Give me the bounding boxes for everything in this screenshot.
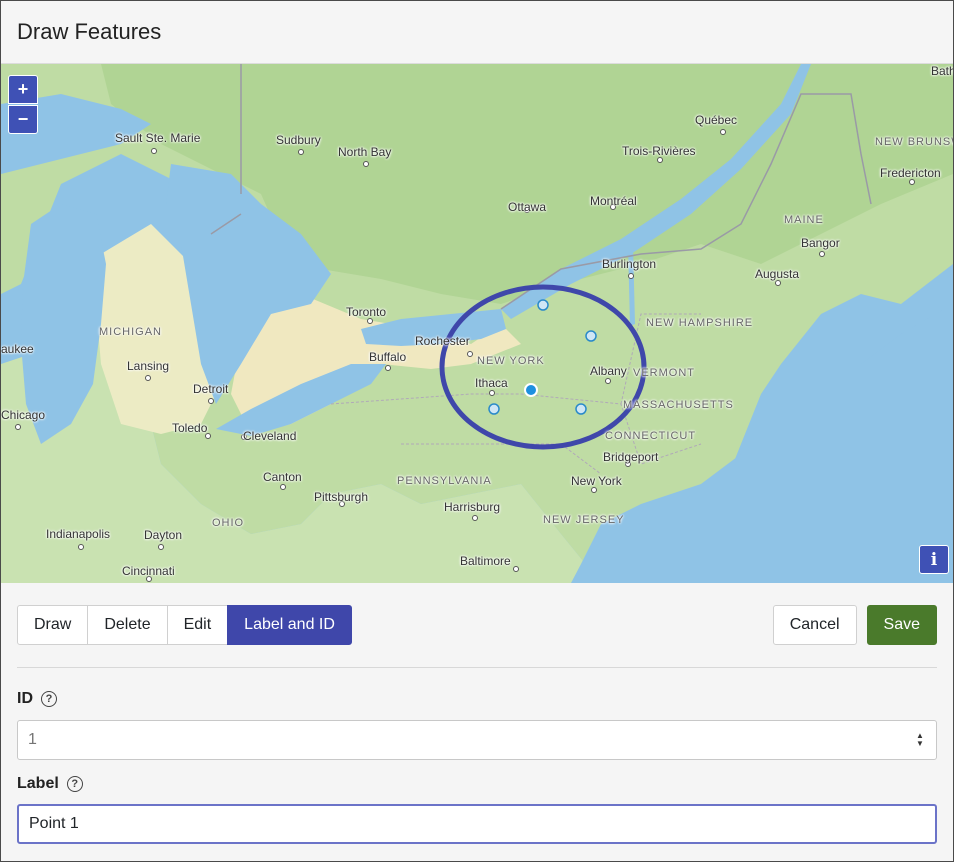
region-label: NEW JERSEY [543, 514, 625, 526]
edit-mode-button[interactable]: Edit [166, 605, 229, 645]
city-marker [628, 273, 634, 279]
region-label: NEW BRUNSW [875, 136, 953, 148]
dialog-header: Draw Features [1, 1, 953, 64]
city-label: Buffalo [369, 350, 407, 364]
city-label: Montréal [590, 194, 637, 208]
city-label: Trois-Rivières [622, 144, 696, 158]
delete-mode-button[interactable]: Delete [87, 605, 168, 645]
city-marker [489, 390, 495, 396]
label-text-input[interactable] [17, 804, 937, 844]
city-label: aukee [1, 342, 34, 356]
id-number-input[interactable] [17, 720, 937, 760]
city-marker [145, 375, 151, 381]
city-marker [151, 148, 157, 154]
city-label: Augusta [755, 267, 800, 281]
city-marker [78, 544, 84, 550]
city-marker [208, 398, 214, 404]
city-label: Canton [263, 470, 302, 484]
draw-toolbar: Draw Delete Edit Label and ID Cancel Sav… [17, 605, 937, 645]
zoom-in-button[interactable]: + [8, 75, 38, 104]
region-label: NEW HAMPSHIRE [646, 317, 754, 329]
save-button[interactable]: Save [866, 605, 937, 645]
city-marker [605, 378, 611, 384]
city-label: Bridgeport [603, 450, 659, 464]
city-marker [467, 351, 473, 357]
city-marker [15, 424, 21, 430]
city-marker [472, 515, 478, 521]
city-label: Burlington [602, 257, 657, 271]
dialog-title: Draw Features [17, 19, 162, 44]
map-view[interactable]: MICHIGAN NEW YORK VERMONT NEW HAMPSHIRE … [1, 64, 953, 583]
city-label: Chicago [1, 408, 46, 422]
zoom-out-button[interactable]: − [8, 105, 38, 134]
region-label: NEW YORK [477, 355, 545, 367]
help-icon[interactable]: ? [41, 691, 57, 707]
city-label: Fredericton [880, 166, 941, 180]
city-marker [513, 566, 519, 572]
map-info-button[interactable]: i [919, 545, 949, 574]
city-label: Baltimore [460, 554, 511, 568]
label-and-id-mode-button[interactable]: Label and ID [227, 605, 352, 645]
city-label: Bangor [801, 236, 840, 250]
city-marker [280, 484, 286, 490]
city-marker [720, 129, 726, 135]
city-label: Ithaca [475, 376, 508, 390]
region-label: CONNECTICUT [605, 430, 697, 442]
city-label: Harrisburg [444, 500, 501, 514]
region-label: MICHIGAN [99, 326, 162, 338]
section-divider [17, 667, 937, 668]
city-label: Albany [590, 364, 627, 378]
city-marker [158, 544, 164, 550]
city-label: Québec [695, 113, 738, 127]
city-label: Toledo [172, 421, 208, 435]
region-label: OHIO [212, 517, 245, 529]
city-marker [819, 251, 825, 257]
id-label-text: ID [17, 690, 33, 707]
city-label: Sudbury [276, 133, 321, 147]
region-label: PENNSYLVANIA [397, 475, 492, 487]
number-spinner-icon[interactable]: ▲ ▼ [915, 732, 925, 748]
region-label: MAINE [784, 214, 824, 226]
draw-features-dialog: Draw Features MICHIGAN NEW YORK VERMONT … [0, 0, 954, 862]
city-marker [385, 365, 391, 371]
dialog-actions: Cancel Save [772, 605, 937, 645]
city-label: Bath [931, 64, 953, 78]
cancel-button[interactable]: Cancel [772, 605, 857, 645]
city-label: Rochester [415, 334, 470, 348]
id-field-label: ID ? [17, 690, 57, 708]
city-label: Ottawa [508, 200, 547, 214]
region-label: VERMONT [633, 367, 695, 379]
city-label: Lansing [127, 359, 170, 373]
city-marker [298, 149, 304, 155]
city-label: Indianapolis [46, 527, 111, 541]
city-label: Cleveland [243, 429, 297, 443]
help-icon[interactable]: ? [66, 776, 83, 792]
city-label: Toronto [346, 305, 387, 319]
city-label: Cincinnati [122, 564, 175, 578]
city-label: North Bay [338, 145, 392, 159]
city-label: Detroit [193, 382, 229, 396]
region-label: MASSACHUSETTS [623, 399, 734, 411]
mode-button-group: Draw Delete Edit Label and ID [17, 605, 352, 645]
city-label: New York [571, 474, 622, 488]
label-field-label: Label ? [17, 775, 83, 793]
city-marker [363, 161, 369, 167]
label-label-text: Label [17, 775, 59, 792]
city-label: Dayton [144, 528, 183, 542]
draw-mode-button[interactable]: Draw [17, 605, 89, 645]
city-label: Pittsburgh [314, 490, 369, 504]
city-label: Sault Ste. Marie [115, 131, 201, 145]
